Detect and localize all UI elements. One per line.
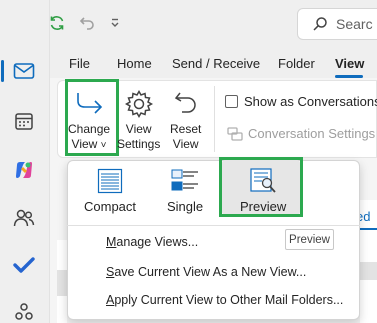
title-bar: Searc xyxy=(0,0,377,46)
ribbon-separator xyxy=(214,86,215,152)
manage-views-label: anage Views... xyxy=(116,235,199,249)
search-box[interactable]: Searc xyxy=(297,8,377,40)
manage-views-accesskey: M xyxy=(106,235,117,249)
manage-views-item[interactable]: Manage Views... xyxy=(106,235,198,249)
tab-folder[interactable]: Folder xyxy=(278,56,315,71)
view-settings-button[interactable]: View Settings xyxy=(117,86,160,152)
search-placeholder: Searc xyxy=(336,16,373,32)
people-icon[interactable] xyxy=(9,203,39,233)
conversation-settings-label: Conversation Settings xyxy=(248,126,376,141)
reset-view-label-2: View xyxy=(172,137,199,151)
view-settings-label-2: Settings xyxy=(117,137,161,151)
calendar-icon[interactable] xyxy=(9,106,39,136)
single-view-icon xyxy=(170,166,200,196)
reset-icon xyxy=(172,86,200,122)
apply-current-view-label: pply Current View to Other Mail Folders.… xyxy=(114,293,344,307)
save-current-view-item[interactable]: Save Current View As a New View... xyxy=(106,265,306,279)
copilot-icon[interactable] xyxy=(9,155,39,185)
apps-icon[interactable] xyxy=(9,297,39,323)
highlight-preview xyxy=(219,157,303,217)
rail-active-indicator xyxy=(1,60,4,82)
show-as-conversations-label: Show as Conversations xyxy=(244,94,377,109)
customize-toolbar-icon[interactable] xyxy=(102,10,128,36)
show-as-conversations-checkbox[interactable] xyxy=(225,95,238,108)
layout-compact-option[interactable]: Compact xyxy=(84,166,136,214)
tab-file[interactable]: File xyxy=(69,56,90,71)
active-tab-indicator xyxy=(335,75,363,78)
apply-current-view-item[interactable]: Apply Current View to Other Mail Folders… xyxy=(106,293,343,307)
preview-tooltip: Preview xyxy=(285,229,334,250)
compact-label: Compact xyxy=(84,199,137,214)
highlight-change-view xyxy=(65,79,119,156)
show-as-conversations-option[interactable]: Show as Conversations xyxy=(225,94,377,109)
reset-view-label-1: Reset xyxy=(170,122,202,136)
conversation-settings-icon xyxy=(227,126,243,141)
layout-single-option[interactable]: Single xyxy=(167,166,203,214)
dropdown-separator xyxy=(67,225,360,226)
single-label: Single xyxy=(167,199,204,214)
reset-view-button[interactable]: Reset View xyxy=(170,86,201,152)
gear-icon xyxy=(124,86,154,122)
mail-icon[interactable] xyxy=(9,56,39,86)
compact-view-icon xyxy=(97,166,123,196)
background-tab-underline xyxy=(360,228,377,230)
tab-home[interactable]: Home xyxy=(117,56,152,71)
search-icon xyxy=(313,17,327,31)
background-row xyxy=(360,262,377,280)
view-settings-label-1: View xyxy=(125,122,152,136)
tab-send-receive[interactable]: Send / Receive xyxy=(172,56,260,71)
save-current-view-label: ave Current View As a New View... xyxy=(114,265,307,279)
tab-view[interactable]: View xyxy=(335,56,364,71)
conversation-settings-button[interactable]: Conversation Settings ˅ xyxy=(227,126,377,141)
undo-icon[interactable] xyxy=(74,10,100,36)
todo-icon[interactable] xyxy=(9,250,39,280)
message-list-row xyxy=(57,270,67,296)
